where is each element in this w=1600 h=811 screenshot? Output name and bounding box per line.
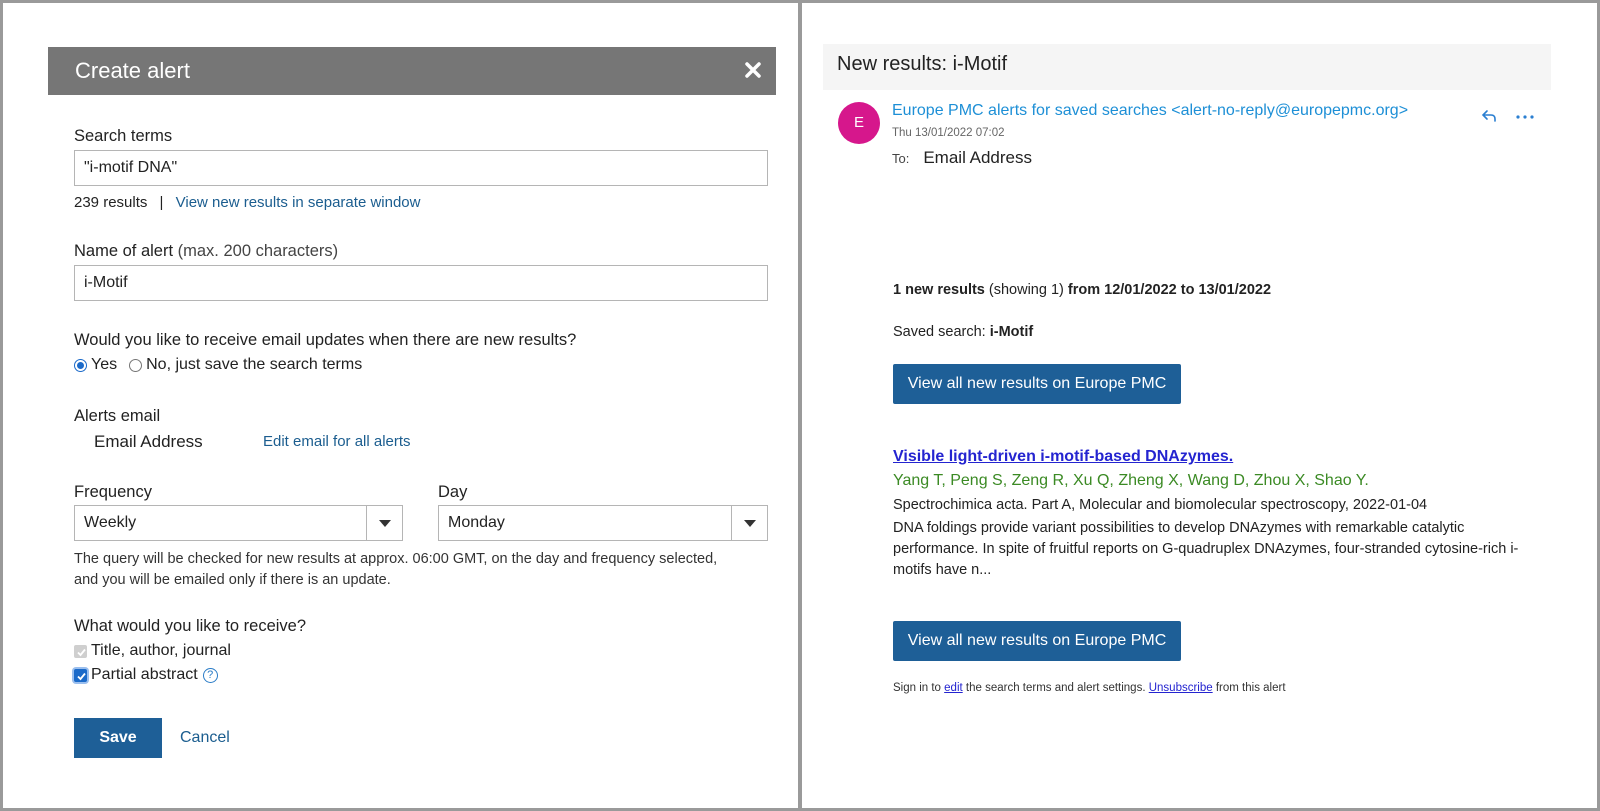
day-dropdown-button[interactable]	[731, 506, 767, 540]
view-all-results-button-top[interactable]: View all new results on Europe PMC	[893, 364, 1181, 404]
edit-email-link[interactable]: Edit email for all alerts	[263, 433, 411, 450]
modal-title: Create alert	[75, 58, 190, 83]
saved-search-line: Saved search: i-Motif	[893, 324, 1033, 340]
option-title-checkbox	[74, 644, 87, 658]
frequency-dropdown-button[interactable]	[366, 506, 402, 540]
article-authors: Yang T, Peng S, Zeng R, Xu Q, Zheng X, W…	[893, 472, 1369, 489]
day-value: Monday	[448, 514, 505, 531]
create-alert-panel	[0, 0, 801, 811]
footer-edit-link[interactable]: edit	[944, 682, 963, 694]
article-abstract: DNA foldings provide variant possibiliti…	[893, 520, 1519, 578]
option-title-row: Title, author, journal	[74, 642, 231, 660]
alert-name-label: Name of alert (max. 200 characters)	[74, 242, 338, 261]
results-count: 239 results	[74, 194, 148, 211]
view-new-results-link[interactable]: View new results in separate window	[176, 194, 421, 211]
cancel-button[interactable]: Cancel	[180, 729, 230, 747]
day-label: Day	[438, 483, 468, 501]
email-subject: New results: i-Motif	[837, 53, 1008, 75]
saved-search-label: Saved search:	[893, 324, 986, 340]
view-all-results-button-bottom[interactable]: View all new results on Europe PMC	[893, 621, 1181, 661]
footer-sign-in: Sign in to	[893, 682, 941, 694]
results-line: 239 results | View new results in separa…	[74, 194, 420, 211]
to-value: Email Address	[923, 148, 1033, 167]
alerts-email-label: Alerts email	[74, 407, 161, 425]
search-terms-input[interactable]	[74, 150, 768, 186]
alerts-email-value: Email Address	[94, 432, 203, 451]
alert-name-label-text: Name of alert	[74, 242, 174, 260]
footer-middle: the search terms and alert settings.	[965, 682, 1146, 694]
footer-unsubscribe-link[interactable]: Unsubscribe	[1149, 682, 1213, 694]
more-icon[interactable]	[1514, 107, 1536, 125]
option-abstract-checkbox[interactable]	[74, 668, 87, 682]
alert-name-input[interactable]	[74, 265, 768, 301]
alert-name-hint: (max. 200 characters)	[177, 242, 339, 260]
radio-no[interactable]	[129, 358, 143, 372]
email-date: Thu 13/01/2022 07:02	[892, 127, 1005, 139]
search-terms-label: Search terms	[74, 127, 173, 145]
article-title-link[interactable]: Visible light-driven i-motif-based DNAzy…	[893, 448, 1233, 466]
article-journal: Spectrochimica acta. Part A, Molecular a…	[893, 497, 1428, 513]
summary-range: from 12/01/2022 to 13/01/2022	[1067, 282, 1272, 298]
frequency-value: Weekly	[84, 514, 137, 531]
schedule-help-text: The query will be checked for new result…	[74, 551, 718, 588]
results-summary: 1 new results (showing 1) from 12/01/202…	[893, 282, 1271, 298]
frequency-label: Frequency	[74, 483, 152, 501]
summary-count: 1 new results	[893, 282, 985, 298]
footer-end: from this alert	[1215, 682, 1286, 694]
email-header: New results: i-Motif	[823, 44, 1551, 90]
receive-question: What would you like to receive?	[74, 617, 307, 635]
radio-yes[interactable]	[74, 358, 87, 372]
email-sender[interactable]: Europe PMC alerts for saved searches <al…	[892, 102, 1408, 120]
option-abstract-label[interactable]: Partial abstract	[91, 666, 198, 684]
email-updates-options: Yes No, just save the search terms	[74, 356, 374, 374]
avatar: E	[838, 102, 880, 144]
chevron-down-icon	[379, 520, 391, 527]
to-label: To:	[892, 151, 910, 166]
help-icon[interactable]: ?	[202, 667, 218, 683]
summary-showing: (showing 1)	[988, 282, 1064, 298]
close-icon[interactable]	[739, 56, 767, 84]
saved-search-value: i-Motif	[989, 324, 1034, 340]
option-title-label: Title, author, journal	[91, 642, 231, 659]
option-abstract-row: Partial abstract ?	[74, 666, 218, 684]
email-updates-question: Would you like to receive email updates …	[74, 331, 577, 349]
radio-no-label[interactable]: No, just save the search terms	[146, 356, 362, 374]
radio-yes-label[interactable]: Yes	[91, 356, 117, 374]
modal-header: Create alert	[48, 47, 776, 95]
email-to-row: To: Email Address	[892, 148, 1032, 168]
save-button[interactable]: Save	[74, 718, 162, 758]
email-footer: Sign in to edit the search terms and ale…	[893, 682, 1286, 694]
separator: |	[159, 194, 164, 211]
day-select[interactable]: Monday	[438, 505, 768, 541]
chevron-down-icon	[744, 520, 756, 527]
reply-icon[interactable]	[1480, 107, 1498, 125]
frequency-select[interactable]: Weekly	[74, 505, 403, 541]
